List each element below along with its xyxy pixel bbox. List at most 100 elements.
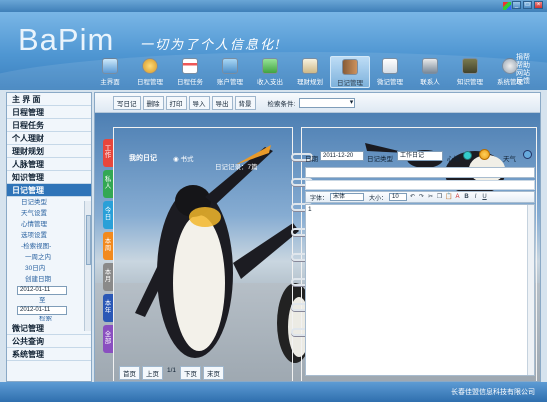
sidebar-item-contacts[interactable]: 人脉管理 <box>7 158 91 171</box>
nav-system[interactable]: 系统管理 <box>490 56 530 88</box>
sidebar-item-schedule[interactable]: 日程管理 <box>7 106 91 119</box>
link-feedback[interactable]: 反馈 <box>516 78 530 86</box>
delete-button[interactable]: 删除 <box>142 95 164 110</box>
tab-week[interactable]: 本周 <box>103 232 113 260</box>
nav-tasks[interactable]: 日程任务 <box>170 56 210 88</box>
diary-toolbar: 写日记 删除 打印 导入 导出 背景 检索条件: <box>95 93 540 113</box>
date-from-input[interactable]: 2012-01-11 <box>17 286 67 295</box>
nav-accounts[interactable]: 账户管理 <box>210 56 250 88</box>
nav-knowledge[interactable]: 知识管理 <box>450 56 490 88</box>
medal-icon <box>142 58 158 74</box>
maximize-icon[interactable]: □ <box>523 1 532 9</box>
sidebar-item-knowledge[interactable]: 知识管理 <box>7 171 91 184</box>
scrollbar-thumb[interactable] <box>86 215 91 265</box>
cut-icon[interactable]: ✂ <box>427 194 434 201</box>
sidebar-item-notes[interactable]: 微记管理 <box>7 322 91 335</box>
clipboard-icon <box>302 58 318 74</box>
home-icon <box>102 58 118 74</box>
diary-content: 写日记 删除 打印 导入 导出 背景 检索条件: ▾ 工作 私人 今日 本周 本… <box>94 92 541 382</box>
italic-icon[interactable]: I <box>472 194 479 201</box>
nav-home[interactable]: 主界面 <box>90 56 130 88</box>
paste-icon[interactable]: 📋 <box>445 194 452 201</box>
export-button[interactable]: 导出 <box>211 95 233 110</box>
font-select[interactable]: 宋体 <box>330 193 365 201</box>
link-website[interactable]: 网站 <box>516 70 530 78</box>
underline-icon[interactable]: U <box>481 194 488 201</box>
sidebar-sub-30days[interactable]: 30日内 <box>7 263 91 274</box>
nav-finance-plan[interactable]: 理财规划 <box>290 56 330 88</box>
font-color-icon[interactable]: A <box>454 194 461 201</box>
nav-diary[interactable]: 日记管理 <box>330 56 370 88</box>
sidebar-item-personal-finance[interactable]: 个人理财 <box>7 132 91 145</box>
nav-contacts[interactable]: 联系人 <box>410 56 450 88</box>
contacts-icon <box>422 58 438 74</box>
smiley-face-icon[interactable] <box>479 149 490 160</box>
tab-private[interactable]: 私人 <box>103 170 113 198</box>
diary-editor[interactable]: 1 <box>305 204 535 376</box>
prev-page-button[interactable]: 上页 <box>142 366 163 380</box>
sidebar-item-system[interactable]: 系统管理 <box>7 348 91 361</box>
last-page-button[interactable]: 末页 <box>203 366 225 380</box>
background-button[interactable]: 背景 <box>234 95 256 110</box>
diary-type-select[interactable]: 工作日记 <box>397 151 443 161</box>
minimize-icon[interactable]: _ <box>512 1 521 9</box>
sidebar-item-diary[interactable]: 日记管理 <box>7 184 91 197</box>
sidebar-sub-search-view: -检索视图- <box>21 243 52 250</box>
mood-label: 心情 <box>447 156 460 163</box>
tab-year[interactable]: 本年 <box>103 294 113 322</box>
date-to-input[interactable]: 2012-01-11 <box>17 306 67 315</box>
tab-month[interactable]: 本月 <box>103 263 113 291</box>
app-logo: BaPim <box>18 22 115 57</box>
nav-schedule[interactable]: 日程管理 <box>130 56 170 88</box>
sidebar-item-public-query[interactable]: 公共查询 <box>7 335 91 348</box>
diary-keywords-input[interactable] <box>305 180 535 190</box>
gear-icon <box>502 58 518 74</box>
mood-icon[interactable] <box>463 151 472 160</box>
import-button[interactable]: 导入 <box>188 95 210 110</box>
sidebar-item-tasks[interactable]: 日程任务 <box>7 119 91 132</box>
app-icon <box>503 2 511 10</box>
tab-work[interactable]: 工作 <box>103 139 113 167</box>
date-input[interactable]: 2011-12-20 <box>320 151 364 161</box>
search-condition-select[interactable] <box>299 97 356 108</box>
sidebar-sub-mood[interactable]: 心情管理 <box>7 219 91 230</box>
weather-label: 天气 <box>503 156 516 163</box>
weather-icon[interactable] <box>523 150 532 159</box>
link-donate[interactable]: 捐帮 <box>516 54 530 62</box>
editor-content: 1 <box>308 206 312 213</box>
calendar-icon <box>182 58 198 74</box>
sidebar-item-home[interactable]: 主 界 面 <box>7 93 91 106</box>
sidebar-sub-weather[interactable]: 天气设置 <box>7 208 91 219</box>
tab-all[interactable]: 全部 <box>103 325 113 353</box>
company-name: 长春佳盟信息科技有限公司 <box>451 389 535 396</box>
sidebar-item-finance-plan[interactable]: 理财规划 <box>7 145 91 158</box>
nav-income[interactable]: 收入支出 <box>250 56 290 88</box>
nav-notes[interactable]: 微记管理 <box>370 56 410 88</box>
money-icon <box>262 58 278 74</box>
next-page-button[interactable]: 下页 <box>180 366 202 380</box>
sidebar-sub-created-date[interactable]: 创建日期 <box>7 274 91 285</box>
copy-icon[interactable]: ❐ <box>436 194 443 201</box>
undo-icon[interactable]: ↶ <box>409 194 416 201</box>
redo-icon[interactable]: ↷ <box>418 194 425 201</box>
format-radio-label: 书式 <box>180 156 194 163</box>
diary-subject-input[interactable] <box>305 167 535 178</box>
diary-side-tabs: 工作 私人 今日 本周 本月 本年 全部 <box>103 139 113 356</box>
page-info: 1/1 <box>167 367 177 374</box>
close-icon[interactable]: × <box>534 1 543 9</box>
first-page-button[interactable]: 首页 <box>119 366 140 380</box>
bold-icon[interactable]: B <box>463 194 470 201</box>
sidebar-sub-options[interactable]: 选项设置 <box>7 230 91 241</box>
print-button[interactable]: 打印 <box>165 95 187 110</box>
date-label: 日期 <box>305 156 318 163</box>
link-help[interactable]: 帮助 <box>516 62 530 70</box>
format-radio[interactable]: ◉ 书式 <box>173 153 193 163</box>
size-select[interactable]: 10 <box>389 193 408 201</box>
write-diary-button[interactable]: 写日记 <box>113 95 141 110</box>
editor-scrollbar[interactable] <box>527 205 534 375</box>
sidebar-scrollbar[interactable] <box>84 201 91 331</box>
sidebar-sub-diary-type[interactable]: 日记类型 <box>7 197 91 208</box>
app-header: BaPim 一切为了个人信息化! 主界面 日程管理 日程任务 账户管理 收入支出… <box>0 12 547 90</box>
tab-today[interactable]: 今日 <box>103 201 113 229</box>
sidebar-sub-week[interactable]: 一周之内 <box>7 252 91 263</box>
